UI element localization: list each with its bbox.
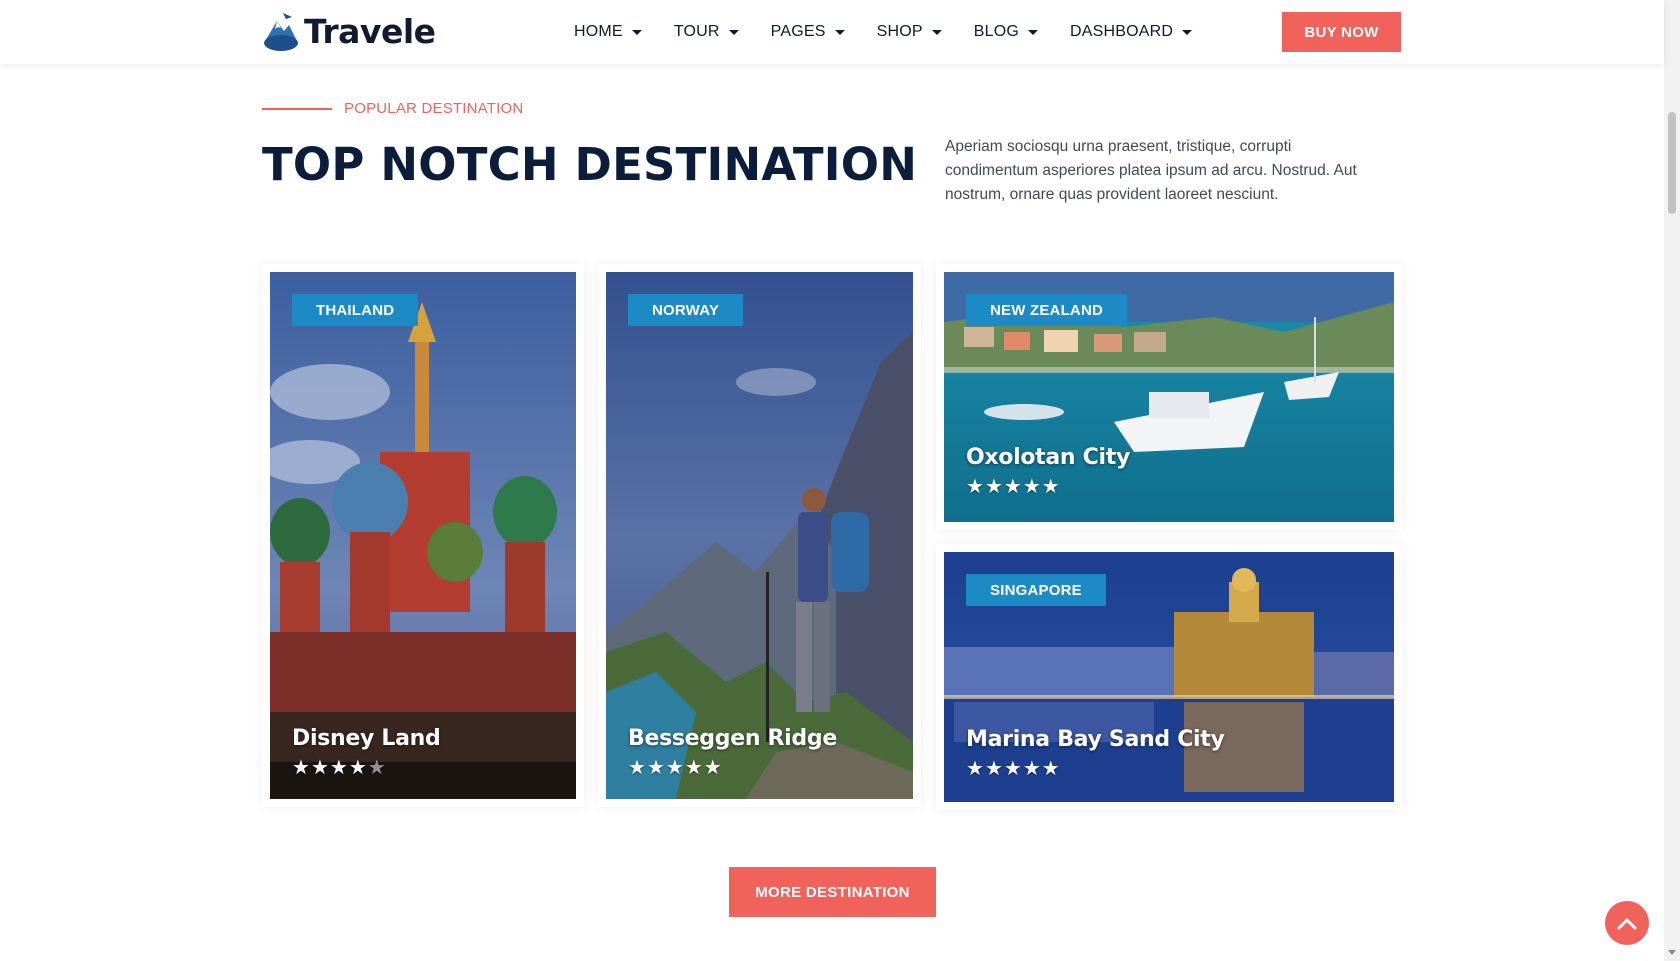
main-nav: HOME TOUR PAGES SHOP BLOG DASHBOARD [574,0,1224,64]
destination-name: Marina Bay Sand City [966,727,1225,752]
rating-stars: ★ ★ ★ ★ ★ [966,759,1061,779]
site-header: Travele HOME TOUR PAGES SHOP BLOG DASHBO… [0,0,1664,64]
brand-name: Travele [304,11,436,51]
star-icon: ★ [1022,758,1041,780]
star-icon: ★ [646,757,665,779]
nav-item-label: HOME [574,23,623,40]
star-icon: ★ [966,758,984,780]
nav-item-blog[interactable]: BLOG [973,23,1039,41]
destination-card[interactable]: SINGAPORE Marina Bay Sand City ★ ★ ★ ★ ★ [936,544,1402,810]
star-icon: ★ [292,757,310,779]
destination-name: Disney Land [292,726,441,751]
star-icon: ★ [1041,758,1060,780]
caret-down-icon [1028,30,1039,35]
star-icon: ★ [1003,758,1022,780]
caret-down-icon [631,30,642,35]
destination-image [606,272,913,799]
rating-stars: ★ ★ ★ ★ ★ [966,477,1061,497]
section-title: TOP NOTCH DESTINATION [262,138,918,191]
destination-image [270,272,576,799]
rating-stars: ★ ★ ★ ★ ★ [628,758,723,778]
mountain-logo-icon [264,13,298,51]
page-scrollbar[interactable] [1664,0,1680,961]
star-icon: ★ [984,476,1003,498]
nav-item-label: BLOG [973,23,1020,40]
brand-logo[interactable]: Travele [262,9,436,53]
nav-item-label: PAGES [770,23,826,40]
nav-item-home[interactable]: HOME [574,23,642,41]
star-icon: ★ [984,758,1003,780]
destination-card[interactable]: NORWAY Besseggen Ridge ★ ★ ★ ★ ★ [598,264,921,807]
star-half-icon: ★ [367,757,386,779]
nav-item-label: DASHBOARD [1070,23,1174,40]
destination-country-badge: THAILAND [292,294,419,326]
rating-stars: ★ ★ ★ ★ ★ [292,758,387,778]
chevron-up-icon [1617,918,1637,930]
destination-country-badge: SINGAPORE [966,574,1106,606]
destination-country-badge: NEW ZEALAND [966,294,1128,326]
star-icon: ★ [628,757,646,779]
star-icon: ★ [329,757,348,779]
nav-item-shop[interactable]: SHOP [877,23,942,41]
star-icon: ★ [1022,476,1041,498]
caret-down-icon [931,30,942,35]
caret-down-icon [728,30,739,35]
eyebrow-text: POPULAR DESTINATION [344,100,524,117]
buy-now-button[interactable]: BUY NOW [1282,12,1401,52]
star-icon: ★ [665,757,684,779]
destination-country-badge: NORWAY [628,294,744,326]
scrollbar-thumb[interactable] [1668,112,1676,214]
star-icon: ★ [703,757,722,779]
destination-name: Besseggen Ridge [628,726,837,751]
destination-card[interactable]: NEW ZEALAND Oxolotan City ★ ★ ★ ★ ★ [936,264,1402,530]
section-description: Aperiam sociosqu urna praesent, tristiqu… [945,138,1357,203]
destination-name: Oxolotan City [966,445,1130,470]
more-destination-button[interactable]: MORE DESTINATION [729,867,936,917]
nav-item-label: SHOP [876,23,923,40]
star-icon: ★ [310,757,329,779]
destination-card[interactable]: THAILAND Disney Land ★ ★ ★ ★ ★ [262,264,584,807]
caret-down-icon [1182,30,1193,35]
star-icon: ★ [684,757,703,779]
nav-item-tour[interactable]: TOUR [674,23,739,41]
star-icon: ★ [1041,476,1060,498]
back-to-top-button[interactable] [1605,901,1649,945]
star-icon: ★ [348,757,367,779]
star-icon: ★ [1003,476,1022,498]
caret-down-icon [834,30,845,35]
eyebrow-divider [262,107,332,110]
nav-item-label: TOUR [673,23,720,40]
star-icon: ★ [966,476,984,498]
section-eyebrow: POPULAR DESTINATION [262,100,523,117]
nav-item-pages[interactable]: PAGES [771,23,845,41]
nav-item-dashboard[interactable]: DASHBOARD [1070,23,1193,41]
scroll-down-arrow-icon[interactable] [1668,950,1676,955]
